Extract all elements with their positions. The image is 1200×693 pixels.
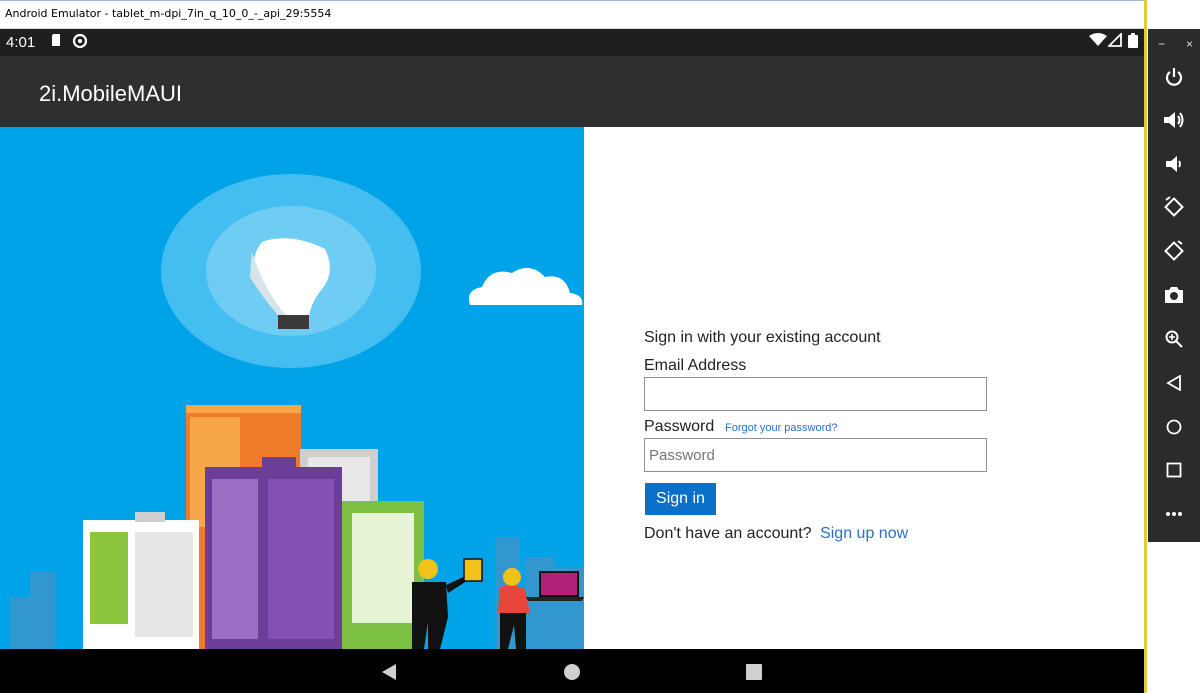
battery-icon [1128,33,1138,52]
close-button[interactable]: × [1186,37,1193,51]
status-time: 4:01 [6,34,36,51]
volume-up-icon[interactable] [1148,100,1200,140]
window-title: Android Emulator - tablet_m-dpi_7in_q_10… [5,7,332,20]
wifi-icon [1089,33,1107,51]
camera-icon[interactable] [1148,275,1200,315]
status-bar: 4:01 [0,29,1144,56]
forgot-password-link[interactable]: Forgot your password? [725,422,838,434]
signal-icon [1106,31,1122,51]
home-icon[interactable] [1148,407,1200,447]
app-title: 2i.MobileMAUI [39,81,183,106]
sign-in-button[interactable]: Sign in [645,483,716,515]
window-title-bar: Android Emulator - tablet_m-dpi_7in_q_10… [0,0,1146,29]
app-bar: 2i.MobileMAUI [0,56,1144,127]
home-icon[interactable] [563,663,581,686]
sign-in-heading: Sign in with your existing account [644,329,881,346]
sync-icon [72,33,88,53]
no-account-row: Don't have an account? Sign up now [644,525,908,543]
password-field[interactable] [644,438,987,472]
email-label: Email Address [644,357,747,374]
emulator-toolbar: − × [1148,29,1200,542]
back-icon[interactable] [380,663,398,686]
email-field[interactable] [644,377,987,411]
back-icon[interactable] [1148,363,1200,403]
city-illustration [10,174,584,649]
sd-card-icon [50,33,62,51]
hero-illustration [0,127,584,649]
volume-down-icon[interactable] [1148,144,1200,184]
rotate-left-icon[interactable] [1148,187,1200,227]
rotate-right-icon[interactable] [1148,231,1200,271]
password-label: Password [644,418,715,435]
more-icon[interactable] [1148,494,1200,534]
no-account-text: Don't have an account? [644,525,812,542]
sign-in-panel: Sign in with your existing account Email… [584,127,1144,649]
overview-icon[interactable] [745,663,763,686]
window-border [1144,0,1147,693]
power-icon[interactable] [1148,57,1200,97]
zoom-icon[interactable] [1148,319,1200,359]
minimize-button[interactable]: − [1158,37,1165,51]
sign-up-link[interactable]: Sign up now [820,525,908,542]
overview-icon[interactable] [1148,450,1200,490]
navigation-bar [0,649,1144,693]
